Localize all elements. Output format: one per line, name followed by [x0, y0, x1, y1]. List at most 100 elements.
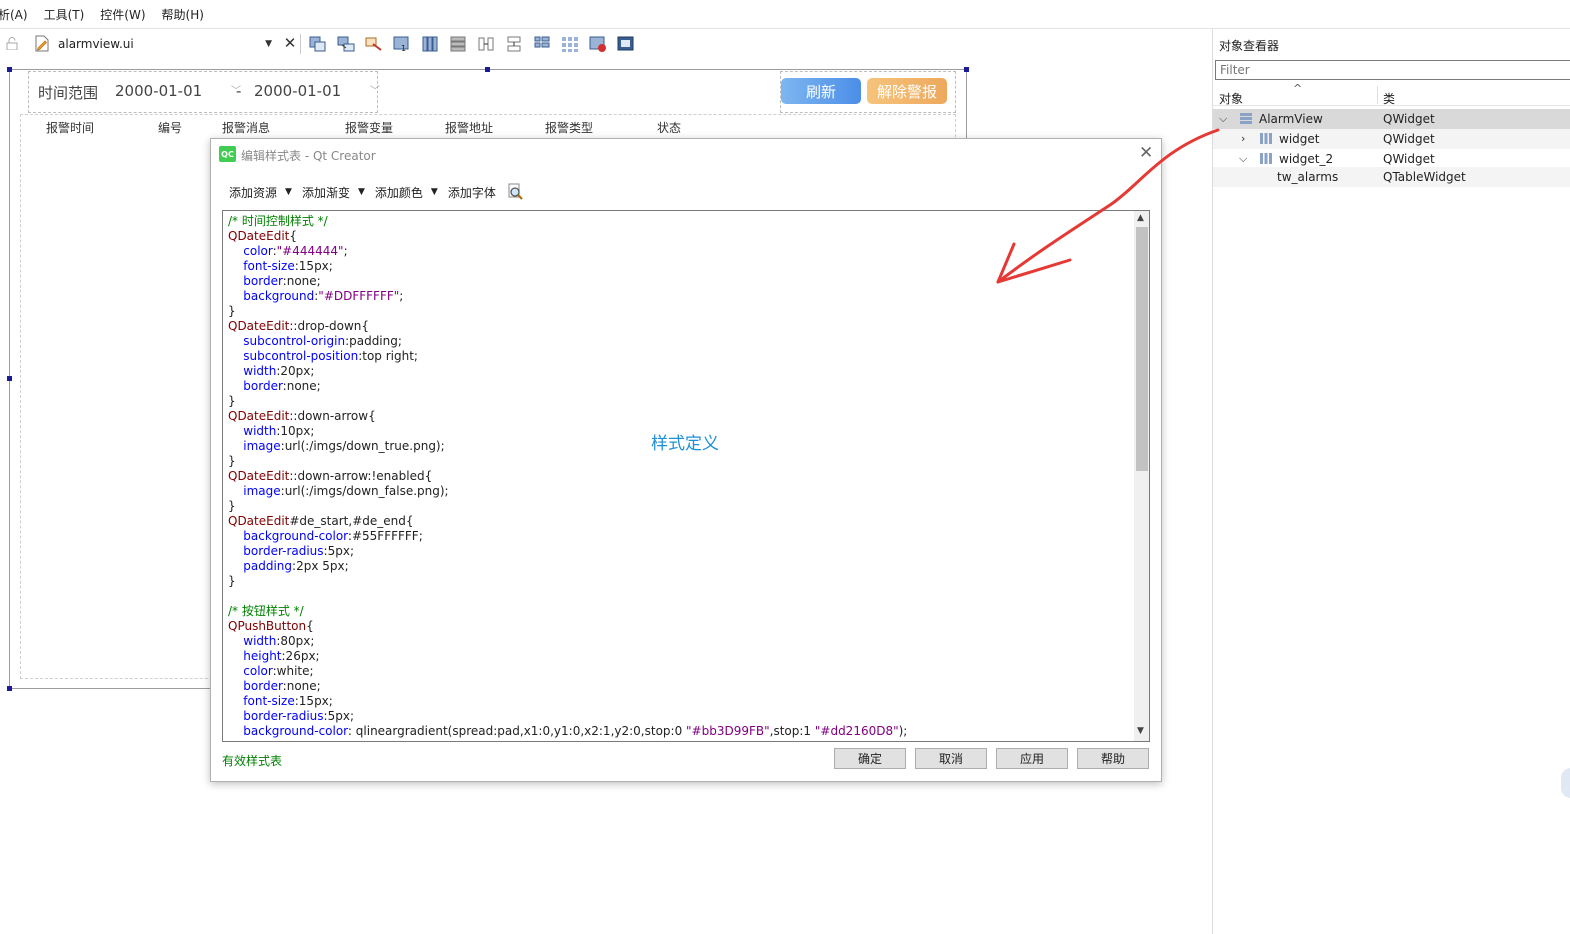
layout-grid-icon[interactable] [560, 35, 580, 53]
edit-buddies-icon[interactable] [364, 35, 384, 53]
code-line: border:none; [243, 379, 321, 393]
ok-button[interactable]: 确定 [834, 748, 906, 769]
column-header[interactable]: 报警变量 [345, 119, 393, 136]
break-layout-icon[interactable] [588, 35, 608, 53]
layout-v-splitter-icon[interactable] [504, 35, 524, 53]
code-line: width:80px; [243, 634, 315, 648]
sort-up-icon: ^ [1293, 82, 1303, 95]
scroll-up-icon[interactable]: ▲ [1137, 213, 1144, 223]
clear-alarm-button[interactable]: 解除警报 [867, 78, 947, 104]
apply-button[interactable]: 应用 [996, 748, 1068, 769]
time-range-label: 时间范围 [38, 84, 99, 102]
inspector-filter-input[interactable] [1215, 60, 1570, 80]
layout-h-splitter-icon[interactable] [476, 35, 496, 53]
resize-handle[interactable] [964, 67, 969, 72]
menu-analyze[interactable]: 析(A) [0, 6, 36, 23]
inspector-header: 对象 ^ 类 [1213, 82, 1570, 107]
tree-item-name: AlarmView [1259, 112, 1323, 126]
code-line: QDateEdit::down-arrow:!enabled{ [228, 469, 433, 483]
layout-vertical-icon[interactable] [448, 35, 468, 53]
tree-item-class: QWidget [1383, 152, 1435, 166]
scroll-down-icon[interactable]: ▼ [1137, 726, 1144, 736]
column-header[interactable]: 报警地址 [445, 119, 493, 136]
code-line: border:none; [243, 679, 321, 693]
edge-floating-widget[interactable] [1561, 768, 1570, 798]
menu-tools[interactable]: 工具(T) [44, 6, 93, 23]
valid-stylesheet-status: 有效样式表 [222, 754, 283, 768]
inspector-title: 对象查看器 [1219, 39, 1280, 53]
header-divider [1377, 86, 1378, 104]
help-button[interactable]: 帮助 [1077, 748, 1149, 769]
close-document-icon[interactable]: ✕ [282, 34, 298, 52]
edit-file-icon [35, 35, 49, 52]
refresh-button[interactable]: 刷新 [781, 78, 861, 104]
add-gradient-label: 添加渐变 [301, 185, 350, 200]
column-header[interactable]: 状态 [657, 119, 681, 136]
menu-widgets[interactable]: 控件(W) [100, 6, 153, 23]
menu-bar: 析(A) 工具(T) 控件(W) 帮助(H) [0, 0, 1570, 29]
code-line: subcontrol-position:top right; [243, 349, 418, 363]
designer-tool-icons: 1 [308, 35, 644, 53]
tree-item-class: QWidget [1383, 132, 1435, 146]
svg-text:1: 1 [401, 44, 406, 53]
layout-horizontal-icon[interactable] [420, 35, 440, 53]
tree-item-tw-alarms[interactable]: tw_alarms QTableWidget [1213, 167, 1570, 187]
scrollbar-thumb[interactable] [1136, 227, 1148, 471]
resize-handle[interactable] [7, 376, 12, 381]
add-font-button[interactable]: 添加字体 [448, 184, 496, 201]
column-header[interactable]: 报警类型 [545, 119, 593, 136]
add-gradient-button[interactable]: 添加渐变 ▼ [302, 184, 365, 201]
code-line: QDateEdit{ [228, 229, 298, 243]
horizontal-layout-icon [1260, 153, 1272, 164]
column-header[interactable]: 报警消息 [222, 119, 270, 136]
tree-item-alarmview[interactable]: ⌵ AlarmView QWidget [1213, 109, 1570, 129]
search-icon[interactable] [506, 183, 524, 201]
column-header[interactable]: 报警时间 [46, 119, 94, 136]
add-resource-button[interactable]: 添加资源 ▼ [229, 184, 292, 201]
tree-item-widget[interactable]: › widget QWidget [1213, 129, 1570, 149]
menu-help[interactable]: 帮助(H) [162, 6, 212, 23]
edit-tab-order-icon[interactable]: 1 [392, 35, 412, 53]
vertical-layout-icon [1240, 113, 1252, 124]
adjust-size-icon[interactable] [616, 35, 636, 53]
chevron-down-icon[interactable]: ⌵ [1219, 112, 1227, 126]
code-line: QDateEdit::drop-down{ [228, 319, 370, 333]
lock-icon[interactable] [6, 37, 18, 50]
editor-scrollbar[interactable]: ▲ ▼ [1134, 211, 1149, 741]
close-icon[interactable]: ✕ [1139, 143, 1153, 163]
resize-handle[interactable] [7, 67, 12, 72]
resize-handle[interactable] [485, 67, 490, 72]
tree-item-name: widget_2 [1279, 152, 1334, 166]
open-file-combo[interactable]: alarmview.ui ▼ [58, 34, 276, 54]
code-line: image:url(:/imgs/down_false.png); [243, 484, 449, 498]
column-header[interactable]: 编号 [158, 119, 182, 136]
column-object-header[interactable]: 对象 [1219, 90, 1243, 107]
column-class-header[interactable]: 类 [1383, 90, 1395, 107]
resize-handle[interactable] [7, 686, 12, 691]
edit-widgets-icon[interactable] [308, 35, 328, 53]
code-line: } [228, 304, 236, 318]
start-date-edit[interactable]: 2000-01-01 ﹀ [115, 82, 245, 102]
layout-form-icon[interactable] [532, 35, 552, 53]
cancel-button[interactable]: 取消 [915, 748, 987, 769]
chevron-down-icon[interactable]: ⌵ [1239, 152, 1247, 166]
code-line: width:20px; [243, 364, 315, 378]
tree-item-name: widget [1279, 132, 1320, 146]
dialog-titlebar: QC 编辑样式表 - Qt Creator ✕ [211, 139, 1161, 169]
edit-signals-icon[interactable] [336, 35, 356, 53]
stylesheet-editor[interactable]: /* 时间控制样式 */QDateEdit{ color:"#444444"; … [222, 210, 1150, 742]
chevron-right-icon[interactable]: › [1241, 132, 1245, 145]
end-date-value: 2000-01-01 [254, 82, 342, 100]
start-date-value: 2000-01-01 [115, 82, 203, 100]
date-separator: - [236, 82, 242, 100]
chevron-down-icon[interactable]: ﹀ [370, 82, 380, 97]
dropdown-arrow-icon: ▼ [430, 187, 438, 197]
tree-item-class: QWidget [1383, 112, 1435, 126]
tree-item-widget-2[interactable]: ⌵ widget_2 QWidget [1213, 149, 1570, 169]
stylesheet-code[interactable]: /* 时间控制样式 */QDateEdit{ color:"#444444"; … [228, 214, 1133, 739]
object-inspector-panel: 对象查看器 对象 ^ 类 ⌵ AlarmView QWidget › widge… [1212, 29, 1570, 934]
end-date-edit[interactable]: 2000-01-01 ﹀ [254, 82, 384, 102]
add-color-button[interactable]: 添加颜色 ▼ [375, 184, 438, 201]
horizontal-layout-icon [1260, 133, 1272, 144]
